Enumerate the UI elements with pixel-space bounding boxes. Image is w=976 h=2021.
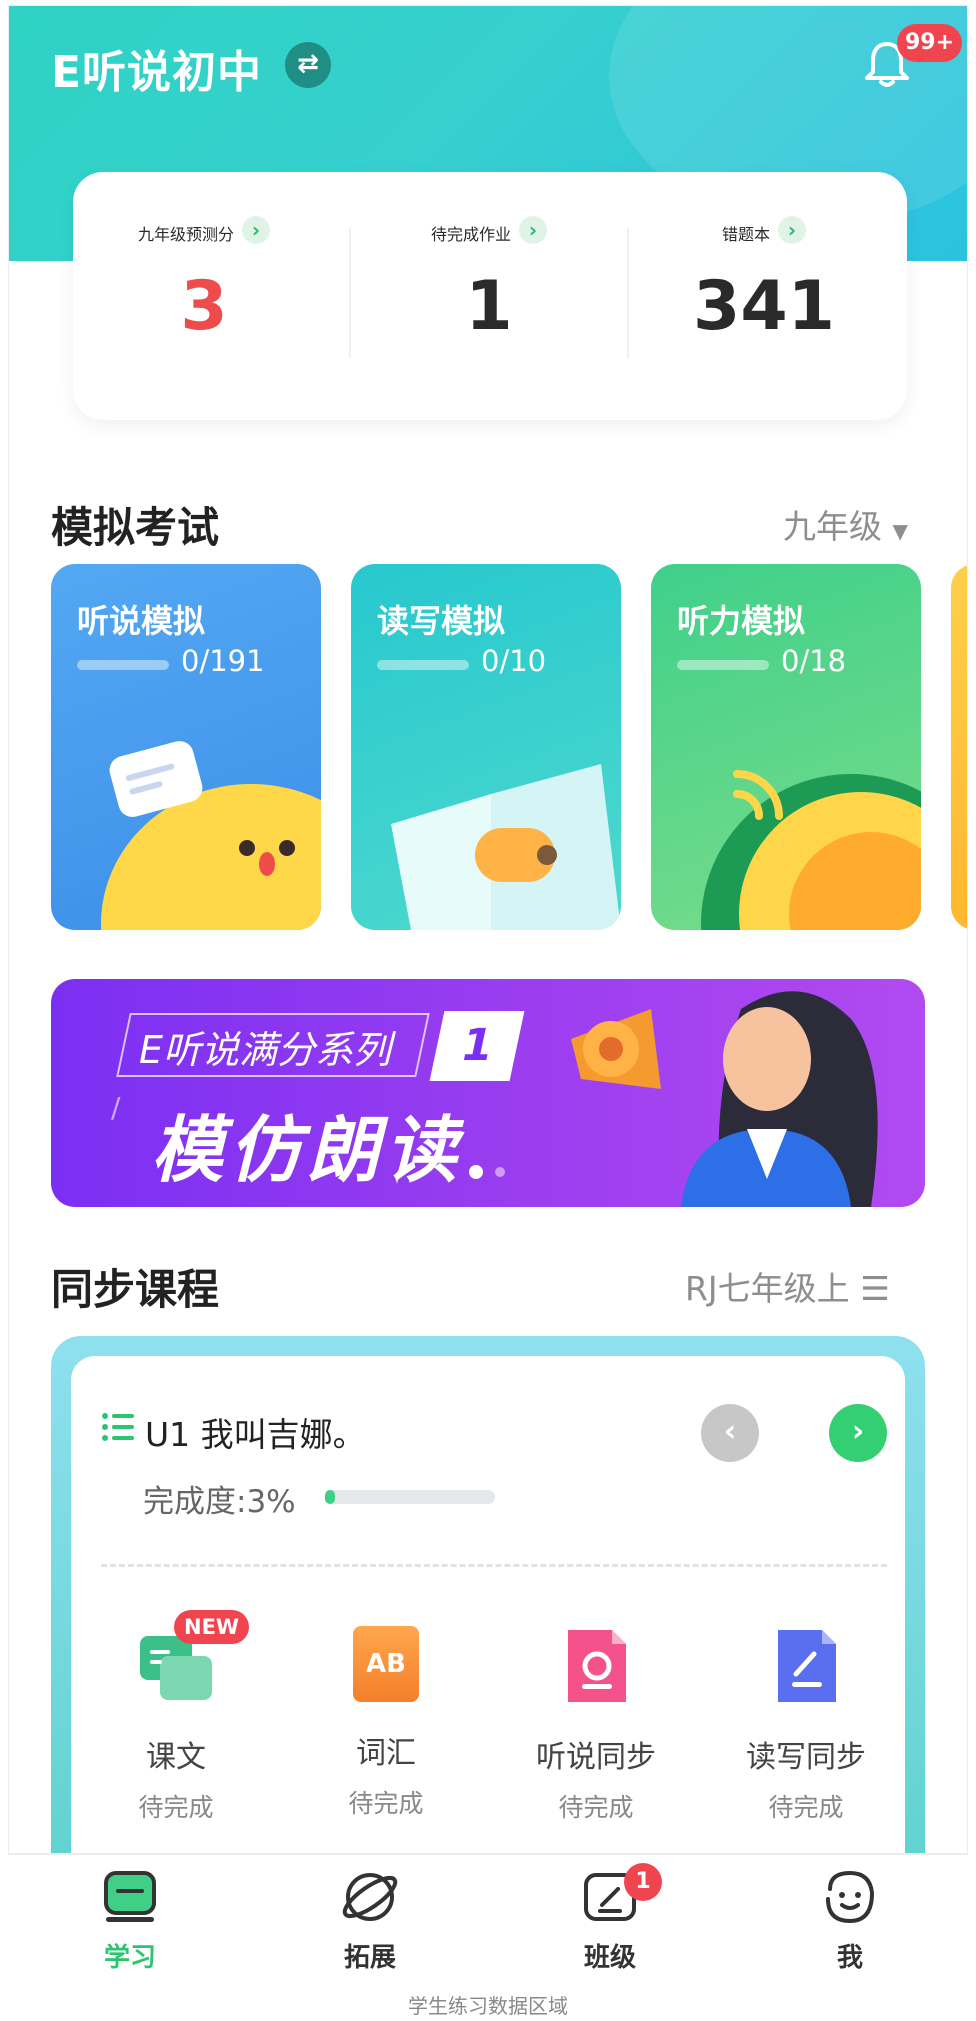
stat-predicted-score[interactable]: 九年级预测分 › 3 [69, 216, 339, 346]
exam-card-name: 读写模拟 [377, 602, 506, 640]
chevron-right-icon: › [778, 216, 806, 244]
module-read-write-sync[interactable]: 读写同步 待完成 [711, 1626, 901, 1824]
stat-mistake-book[interactable]: 错题本 › 341 [629, 216, 899, 346]
phone-screen: E听说初中 ⇄ 99+ 九年级预测分 › 3 待完成作业 › 1 错题本 › 341 … [8, 5, 968, 1973]
exam-progress-bar [77, 660, 169, 670]
unit-title: U1 我叫吉娜。 [145, 1415, 366, 1454]
module-status: 待完成 [768, 1793, 844, 1822]
tab-explore[interactable]: 拓展 [300, 1869, 440, 1974]
list-icon: ☰ [860, 1269, 890, 1308]
mock-exam-title: 模拟考试 [51, 503, 220, 552]
exam-card-peek[interactable] [951, 564, 967, 930]
chick-mascot-icon [101, 741, 321, 930]
exam-progress-count: 0/10 [481, 644, 547, 678]
exam-progress-count: 0/191 [181, 644, 265, 678]
banner-number: 1 [429, 1011, 525, 1081]
tab-class[interactable]: 1 班级 [540, 1863, 680, 1974]
sync-course-title: 同步课程 [51, 1265, 220, 1314]
module-text[interactable]: NEW 课文 待完成 [81, 1610, 271, 1824]
app-title: E听说初中 [51, 47, 263, 98]
prev-unit-button[interactable]: ‹ [701, 1404, 759, 1462]
tab-study[interactable]: 学习 [60, 1869, 200, 1974]
tab-label: 学习 [103, 1943, 156, 1973]
slash-decoration: / [111, 1091, 121, 1124]
new-badge: NEW [174, 1610, 250, 1644]
divider [101, 1564, 887, 1567]
progress-fill [325, 1490, 336, 1504]
swap-icon[interactable]: ⇄ [285, 42, 331, 88]
carousel-dot-active[interactable] [469, 1165, 483, 1179]
progress-bar [325, 1490, 495, 1504]
module-label: 词汇 [356, 1736, 416, 1771]
study-icon [104, 1871, 156, 1922]
carousel-dot[interactable] [495, 1167, 505, 1177]
planet-icon [342, 1873, 398, 1921]
module-status: 待完成 [348, 1789, 424, 1818]
class-badge: 1 [624, 1863, 662, 1901]
caret-down-icon: ▼ [892, 519, 908, 543]
notification-badge: 99+ [897, 24, 963, 62]
girl-megaphone-illustration [571, 991, 878, 1207]
chevron-right-icon: › [242, 216, 270, 244]
module-vocabulary[interactable]: AB 词汇 待完成 [291, 1626, 481, 1820]
list-icon [101, 1410, 135, 1444]
tab-label: 我 [836, 1943, 863, 1973]
stat-value: 341 [693, 267, 835, 346]
exam-card-listening[interactable]: 听力模拟 0/18 [651, 564, 921, 930]
exam-progress-bar [677, 660, 769, 670]
bottom-tab-bar: 学习 拓展 1 班级 我 [8, 1853, 968, 1973]
exam-card-listen-speak[interactable]: 听说模拟 0/191 [51, 564, 321, 930]
promo-banner[interactable]: E听说满分系列 1 / 模仿朗读 [51, 979, 925, 1207]
tab-me[interactable]: 我 [780, 1869, 920, 1974]
figure-caption: 学生练习数据区域 [408, 1994, 568, 2018]
listen-doc-icon [556, 1626, 636, 1706]
module-label: 读写同步 [746, 1740, 866, 1775]
write-doc-icon [766, 1626, 846, 1706]
chevron-right-icon: › [519, 216, 547, 244]
banner-series: E听说满分系列 [139, 1028, 392, 1072]
stat-value: 1 [465, 267, 513, 346]
module-status: 待完成 [138, 1793, 214, 1822]
stat-value: 3 [180, 267, 228, 346]
exam-card-name: 听力模拟 [677, 602, 806, 640]
module-label: 听说同步 [536, 1740, 656, 1775]
module-listen-speak-sync[interactable]: 听说同步 待完成 [501, 1626, 691, 1824]
tab-label: 班级 [583, 1943, 636, 1973]
exam-card-read-write[interactable]: 读写模拟 0/10 [351, 564, 621, 930]
stat-label: 九年级预测分 › [69, 216, 339, 245]
smile-icon [826, 1870, 875, 1924]
progress-label: 完成度:3% [143, 1484, 296, 1520]
ab-book-icon: AB [353, 1626, 419, 1702]
exam-card-name: 听说模拟 [77, 602, 206, 640]
banner-headline: 模仿朗读 [151, 1108, 464, 1192]
text-chat-icon: NEW [136, 1610, 250, 1706]
open-book-icon [391, 764, 621, 930]
exam-progress-count: 0/18 [781, 644, 847, 678]
grade-filter-dropdown[interactable]: 九年级 ▼ [783, 500, 908, 548]
stat-label: 待完成作业 › [354, 216, 624, 245]
stat-pending-homework[interactable]: 待完成作业 › 1 [354, 216, 624, 346]
sound-wave-icon [701, 770, 921, 930]
next-unit-button[interactable]: › [829, 1404, 887, 1462]
exam-progress-bar [377, 660, 469, 670]
module-label: 课文 [146, 1740, 206, 1775]
module-status: 待完成 [558, 1793, 634, 1822]
divider [349, 228, 351, 358]
textbook-selector[interactable]: RJ七年级上 ☰ [685, 1262, 890, 1310]
stat-label: 错题本 › [629, 216, 899, 245]
tab-label: 拓展 [343, 1943, 396, 1973]
